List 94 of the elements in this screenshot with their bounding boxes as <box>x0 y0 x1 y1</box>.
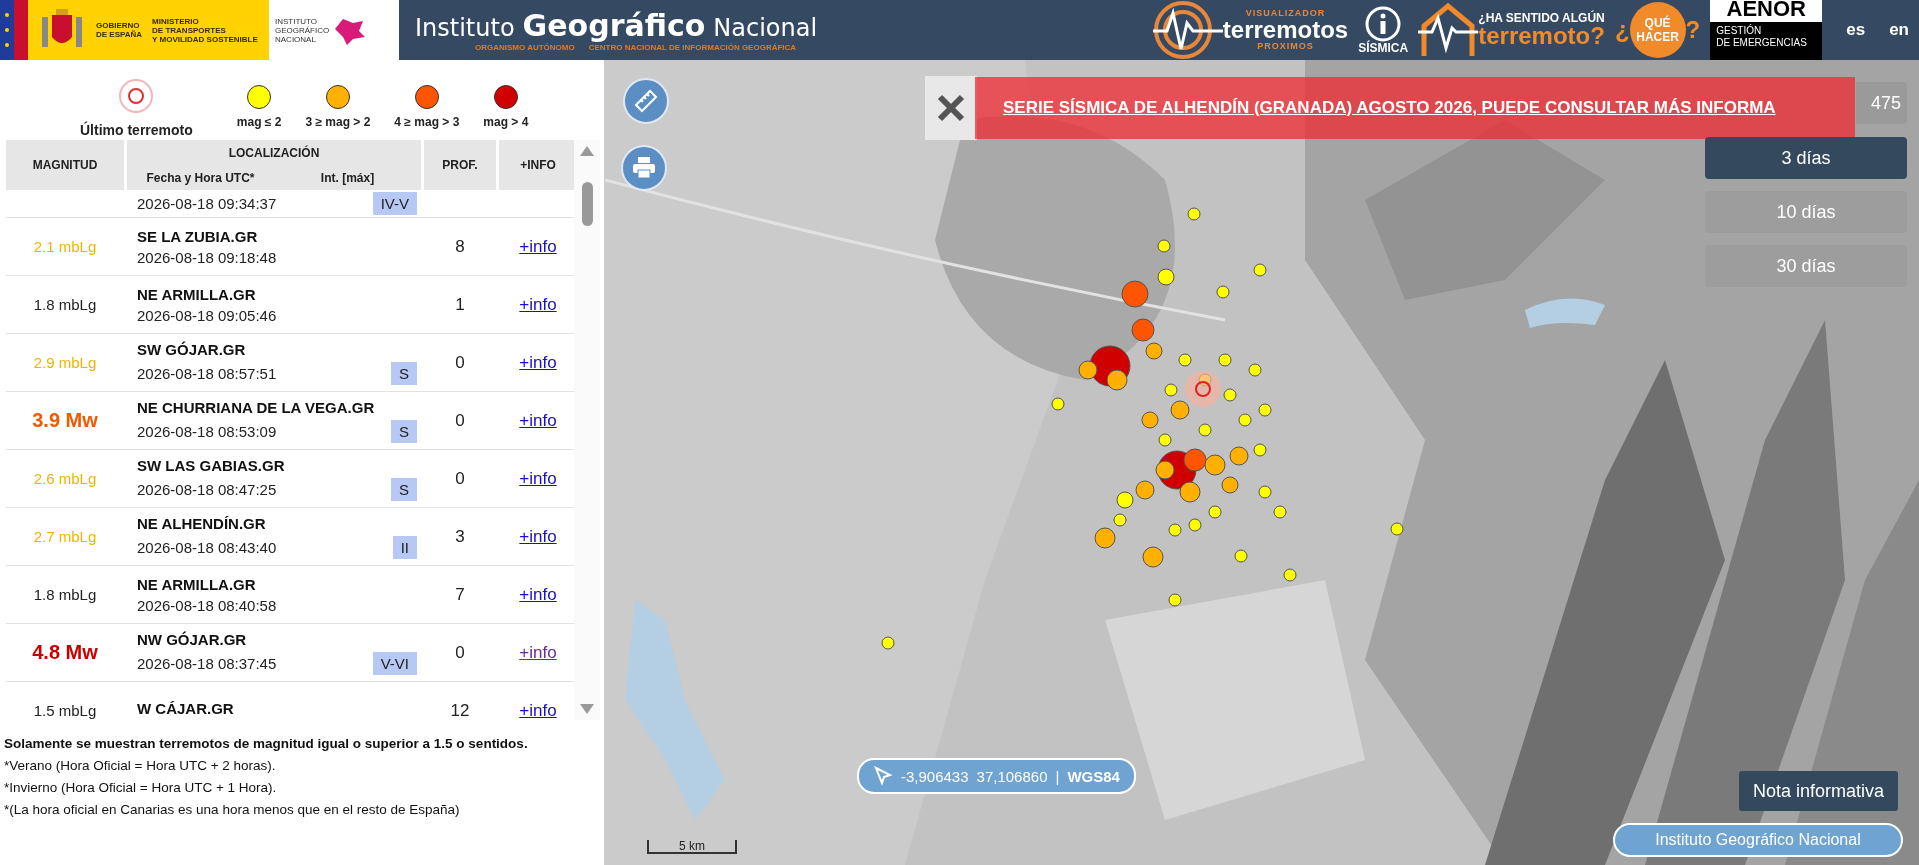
ministry-label: MINISTERIO DE TRANSPORTES Y MOVILIDAD SOSTENIBLE <box>152 16 258 44</box>
date-time: 2026-08-18 08:40:58 <box>137 596 278 614</box>
legend-label: 3 ≥ mag > 2 <box>305 115 371 129</box>
close-button[interactable] <box>925 76 977 140</box>
magnitude-cell-text: 2.1 mbLg <box>32 238 98 255</box>
footnote: Solamente se muestran terremotos de magnitud igual o superior a 1.5 o sentidos. <box>4 736 529 751</box>
location-column-header: LOCALIZACIÓN Fecha y Hora UTC* Int. [máx] <box>127 140 421 190</box>
period-button[interactable]: 3 días <box>1705 137 1907 179</box>
intensity-tag: S <box>391 477 417 501</box>
info-link[interactable]: +info <box>499 352 574 373</box>
legend-label: mag > 4 <box>483 115 529 129</box>
intensity-tag: S <box>391 361 417 385</box>
depth-cell-text: 0 <box>454 468 466 489</box>
seismic-info-link[interactable]: SÍSMICA <box>1358 6 1409 54</box>
location-name: NE ARMILLA.GR <box>137 285 257 303</box>
felt-report-link[interactable]: ¿HA SENTIDO ALGÚN terremoto? <box>1418 0 1605 60</box>
info-link[interactable]: +info <box>499 584 574 605</box>
magnitude-cell-text: 2.9 mbLg <box>32 354 98 371</box>
info-link[interactable]: +info <box>499 700 574 720</box>
column-header: MAGNITUD <box>6 140 124 190</box>
depth-cell-text: 12 <box>449 700 471 720</box>
footnote: *(La hora oficial en Canarias es una hora menos que en el resto de España) <box>4 802 461 817</box>
depth-cell-text: 1 <box>454 294 466 315</box>
ruler-icon <box>634 89 658 113</box>
aenor-certification-logo: AENOR GESTIÓN DE EMERGENCIAS <box>1710 0 1823 60</box>
depth-cell-text: 7 <box>454 584 466 605</box>
quake-viewer-logo[interactable]: VISUALIZADOR terremotos PROXIMOS <box>1152 0 1349 60</box>
magnitude-cell-text: 2.7 mbLg <box>32 528 98 545</box>
legend-label: mag ≤ 2 <box>236 115 282 129</box>
magnitude-cell-text: 1.8 mbLg <box>32 586 98 603</box>
location-name: SW LAS GABIAS.GR <box>137 456 286 474</box>
info-note-button[interactable]: Nota informativa <box>1739 771 1899 811</box>
printer-icon <box>632 157 656 179</box>
date-time: 2026-08-18 08:47:25 <box>137 480 278 498</box>
date-time: 2026-08-18 08:57:51 <box>137 364 278 382</box>
site-subtitle: CENTRO NACIONAL DE INFORMACIÓN GEOGRÁFICA <box>588 43 797 52</box>
seismogram-icon <box>1152 1 1223 59</box>
location-name: W CÁJAR.GR <box>137 700 235 717</box>
info-link[interactable]: +info <box>499 410 574 431</box>
depth-cell-text: 3 <box>454 526 466 547</box>
alert-banner-link[interactable]: SERIE SÍSMICA DE ALHENDÍN (GRANADA) AGOSTO 2026, PUEDE CONSULTAR MÁS INFORMA <box>975 77 1855 139</box>
site-subtitle: ORGANISMO AUTÓNOMO <box>475 43 575 52</box>
footnote: *Verano (Hora Oficial = Hora UTC + 2 horas). <box>4 758 277 773</box>
magnitude-cell-text: 1.5 mbLg <box>32 702 98 719</box>
house-seismogram-icon <box>1418 2 1479 58</box>
magnitude-cell-text: 4.8 Mw <box>31 641 99 664</box>
date-time: 2026-08-18 09:18:48 <box>137 248 278 266</box>
depth-cell-text: 0 <box>454 352 466 373</box>
site-title: Instituto Geográfico Nacional <box>415 8 819 43</box>
language-link[interactable]: es <box>1846 20 1866 40</box>
government-label: GOBIERNO DE ESPAÑA <box>96 21 143 39</box>
column-header: +INFO <box>499 140 577 190</box>
legend-label: 4 ≥ mag > 3 <box>394 115 460 129</box>
scroll-thumb[interactable] <box>581 182 593 226</box>
language-link[interactable]: en <box>1889 20 1909 40</box>
info-link[interactable]: +info <box>499 526 574 547</box>
date-time: 2026-08-18 08:37:45 <box>137 654 278 672</box>
magnitude-cell-text: 3.9 Mw <box>31 409 99 432</box>
scrollbar[interactable] <box>574 140 600 720</box>
cursor-icon <box>873 766 893 786</box>
legend-label: Último terremoto <box>80 122 193 138</box>
location-name: NE CHURRIANA DE LA VEGA.GR <box>137 398 376 416</box>
date-time: 2026-08-18 09:05:46 <box>137 306 278 324</box>
column-header: PROF. <box>424 140 496 190</box>
magnitude-cell-text: 1.8 mbLg <box>32 296 98 313</box>
intensity-tag: IV-V <box>372 192 417 215</box>
date-time: 2026-08-18 09:34:37 <box>137 195 278 212</box>
scroll-down-icon[interactable] <box>580 704 594 714</box>
institute-label: INSTITUTO GEOGRÁFICO NACIONAL <box>275 16 330 44</box>
depth-cell-text: 0 <box>454 642 466 663</box>
depth-cell-text: 0 <box>454 410 466 431</box>
date-time: 2026-08-18 08:53:09 <box>137 422 278 440</box>
footnote: *Invierno (Hora Oficial = Hora UTC + 1 Hora). <box>4 780 278 795</box>
depth-cell-text: 8 <box>454 236 466 257</box>
location-name: NE ARMILLA.GR <box>137 575 257 593</box>
intensity-tag: II <box>392 535 417 559</box>
intensity-tag: S <box>391 419 417 443</box>
info-link[interactable]: +info <box>499 236 574 257</box>
latest-quake-icon <box>118 78 155 114</box>
location-name: SE LA ZUBIA.GR <box>137 227 259 245</box>
intensity-tag: V-VI <box>372 651 417 675</box>
info-link[interactable]: +info <box>499 468 574 489</box>
scale-bar: 5 km <box>647 840 737 854</box>
scroll-up-icon[interactable] <box>580 146 594 156</box>
location-name: NW GÓJAR.GR <box>137 630 248 648</box>
close-icon <box>936 93 966 123</box>
info-link[interactable]: +info <box>499 294 574 315</box>
magnitude-cell-text: 2.6 mbLg <box>32 470 98 487</box>
coordinates-display: -3,906433 37,106860 | WGS84 <box>857 758 1136 794</box>
location-name: SW GÓJAR.GR <box>137 340 247 358</box>
location-name: NE ALHENDÍN.GR <box>137 514 267 532</box>
info-icon <box>1365 6 1402 42</box>
info-link[interactable]: +info <box>499 642 574 663</box>
date-time: 2026-08-18 08:43:40 <box>137 538 278 556</box>
